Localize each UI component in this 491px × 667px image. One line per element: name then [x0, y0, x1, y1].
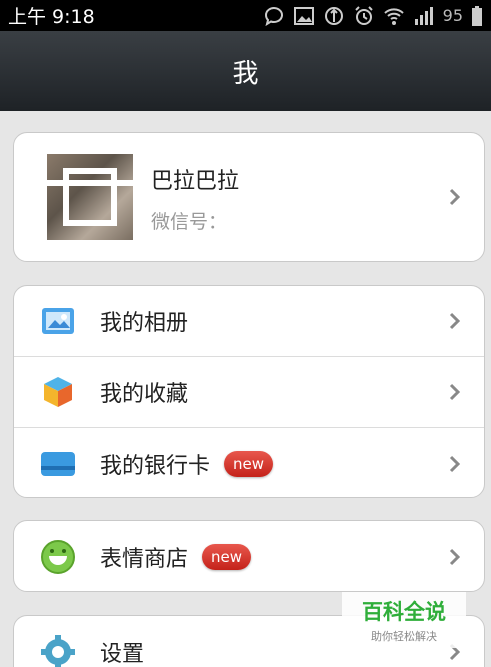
- menu-item-label: 表情商店: [100, 546, 189, 572]
- bank-card-icon: [40, 446, 76, 482]
- status-icons: 95: [263, 5, 483, 27]
- sync-icon: [323, 5, 345, 27]
- photo-album-icon: [40, 303, 76, 339]
- title-bar: 我: [0, 31, 491, 111]
- chevron-right-icon: [448, 382, 462, 402]
- chat-bubble-icon: [263, 5, 285, 27]
- new-badge: new: [202, 543, 252, 570]
- avatar-bar-overlay: [47, 180, 133, 186]
- menu-item-label: 我的收藏: [100, 382, 189, 407]
- avatar-frame-overlay: [63, 168, 117, 226]
- chevron-right-icon: [448, 187, 462, 207]
- chevron-right-icon: [448, 311, 462, 331]
- chevron-right-icon: [448, 547, 462, 567]
- menu-item-label: 我的相册: [100, 311, 189, 336]
- chevron-right-icon: [448, 454, 462, 474]
- menu-item-sticker-store[interactable]: 表情商店 new: [14, 521, 484, 591]
- smiley-icon: [40, 539, 76, 575]
- menu-group-2: 表情商店 new: [13, 520, 485, 592]
- profile-wechat-id-label: 微信号：: [151, 211, 228, 233]
- avatar: [47, 154, 133, 240]
- menu-item-favorites[interactable]: 我的收藏: [14, 357, 484, 428]
- menu-group-1: 我的相册 我的收藏 我的银行卡 new: [13, 285, 485, 498]
- menu-item-bank-card[interactable]: 我的银行卡 new: [14, 428, 484, 497]
- profile-name: 巴拉巴拉: [151, 169, 240, 194]
- battery-level: 95: [442, 6, 463, 25]
- favorites-cube-icon: [40, 374, 76, 410]
- watermark: 百科全说 助你轻松解决: [342, 592, 466, 648]
- status-bar: 上午 9:18 95: [0, 0, 491, 31]
- signal-icon: [413, 5, 435, 27]
- watermark-subtitle: 助你轻松解决: [371, 630, 437, 643]
- status-time: 上午 9:18: [8, 6, 95, 28]
- menu-item-label: 设置: [100, 641, 145, 667]
- image-icon: [293, 5, 315, 27]
- profile-card[interactable]: 巴拉巴拉 微信号：: [13, 132, 485, 262]
- settings-gear-icon: [40, 634, 76, 667]
- alarm-icon: [353, 5, 375, 27]
- watermark-title: 百科全说: [362, 600, 446, 624]
- page-title: 我: [232, 58, 259, 89]
- menu-item-label: 我的银行卡: [100, 453, 211, 479]
- menu-item-album[interactable]: 我的相册: [14, 286, 484, 357]
- new-badge: new: [224, 450, 274, 477]
- wifi-icon: [383, 5, 405, 27]
- battery-icon: [471, 5, 483, 27]
